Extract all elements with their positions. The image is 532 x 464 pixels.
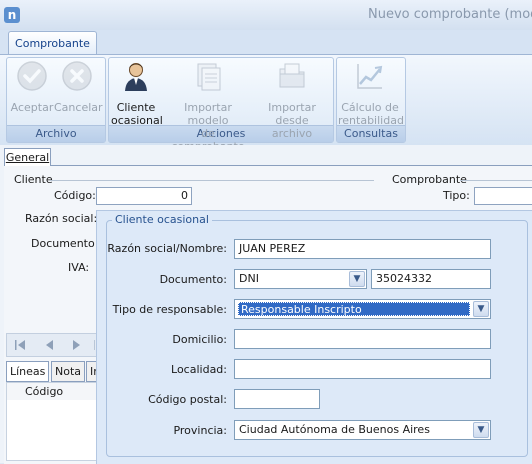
cancelar-button[interactable]: Cancelar xyxy=(54,58,103,114)
chevron-down-icon[interactable]: ▼ xyxy=(473,422,489,438)
importar-archivo-label-1: Importar xyxy=(268,101,316,114)
importar-modelo-button[interactable]: Importar modelo de comprobante xyxy=(165,58,251,153)
aceptar-label: Aceptar xyxy=(10,101,54,114)
razon-nombre-label: Razón social/Nombre: xyxy=(107,242,227,255)
tab-nota[interactable]: Nota xyxy=(51,361,86,382)
comprobante-divider xyxy=(460,180,532,181)
lower-tab-strip: Líneas Nota Ir xyxy=(6,361,98,382)
group-archivo-label: Archivo xyxy=(7,125,105,142)
importar-modelo-label-1: Importar modelo xyxy=(184,101,232,127)
co-documento-label: Documento: xyxy=(159,273,227,286)
tipo-responsable-value: Responsable Inscripto xyxy=(238,302,470,316)
comprobante-section-label: Comprobante xyxy=(392,173,467,186)
first-page-icon[interactable] xyxy=(15,340,25,350)
person-icon xyxy=(125,63,147,91)
provincia-value: Ciudad Autónoma de Buenos Aires xyxy=(239,423,430,436)
codigo-field[interactable]: 0 xyxy=(96,187,192,205)
cliente-section-label: Cliente xyxy=(14,173,53,186)
tipo-responsable-label: Tipo de responsable: xyxy=(112,303,227,316)
localidad-field[interactable] xyxy=(234,359,491,379)
cancelar-label: Cancelar xyxy=(54,101,103,114)
aceptar-button[interactable]: Aceptar xyxy=(9,58,55,114)
iva-label: IVA: xyxy=(68,261,90,274)
next-icon[interactable] xyxy=(73,340,80,350)
cliente-ocasional-label-2: ocasional xyxy=(111,114,163,127)
codigo-postal-field[interactable] xyxy=(234,389,320,409)
window-title: Nuevo comprobante (modo t xyxy=(368,7,532,22)
calculo-label-1: Cálculo de xyxy=(341,101,399,114)
group-consultas-label: Consultas xyxy=(337,125,405,142)
grid-header: Código xyxy=(6,382,98,402)
cliente-divider xyxy=(50,180,374,181)
documento-label: Documento: xyxy=(31,237,99,250)
localidad-label: Localidad: xyxy=(171,363,227,376)
import-file-icon xyxy=(279,63,305,88)
importar-archivo-label-2: desde archivo xyxy=(271,114,313,140)
record-navigator xyxy=(6,333,98,357)
tipo-field[interactable] xyxy=(474,187,532,205)
documento-numero-field[interactable]: 35024332 xyxy=(371,269,491,289)
tipo-label: Tipo: xyxy=(443,189,470,202)
chart-icon xyxy=(357,64,383,89)
cliente-ocasional-button[interactable]: Cliente ocasional xyxy=(111,58,163,127)
documento-tipo-select[interactable]: DNI ▼ xyxy=(234,269,367,289)
cliente-ocasional-title: Cliente ocasional xyxy=(112,213,212,226)
razon-social-label: Razón social: xyxy=(25,212,98,225)
importar-archivo-button[interactable]: Importar desde archivo xyxy=(254,58,330,140)
app-logo-icon[interactable]: n xyxy=(4,7,20,23)
provincia-label: Provincia: xyxy=(173,424,227,437)
razon-nombre-field[interactable]: JUAN PEREZ xyxy=(234,239,491,259)
chevron-down-icon[interactable]: ▼ xyxy=(473,301,489,317)
prev-icon[interactable] xyxy=(46,340,53,350)
tab-lineas[interactable]: Líneas xyxy=(6,361,50,382)
calculo-rentabilidad-button[interactable]: Cálculo de rentabilidad xyxy=(338,58,404,127)
import-model-icon xyxy=(197,63,221,91)
codigo-label: Código: xyxy=(54,189,96,202)
documento-tipo-value: DNI xyxy=(239,272,259,285)
cancel-icon xyxy=(62,61,92,91)
cliente-ocasional-label-1: Cliente xyxy=(116,101,156,114)
tab-general[interactable]: General xyxy=(4,148,51,166)
grid-body[interactable] xyxy=(6,400,98,461)
chevron-down-icon[interactable]: ▼ xyxy=(349,271,365,287)
domicilio-label: Domicilio: xyxy=(172,333,227,346)
provincia-select[interactable]: Ciudad Autónoma de Buenos Aires ▼ xyxy=(234,420,491,440)
domicilio-field[interactable] xyxy=(234,329,491,349)
grid-col-codigo[interactable]: Código xyxy=(25,385,63,398)
tab-comprobante[interactable]: Comprobante xyxy=(8,31,97,55)
calculo-label-2: rentabilidad xyxy=(338,114,404,127)
tab-general-label: General xyxy=(5,151,50,164)
check-icon xyxy=(17,61,47,91)
tipo-responsable-select[interactable]: Responsable Inscripto ▼ xyxy=(234,299,491,319)
codigo-postal-label: Código postal: xyxy=(148,393,227,406)
navigator-icons xyxy=(15,340,95,350)
